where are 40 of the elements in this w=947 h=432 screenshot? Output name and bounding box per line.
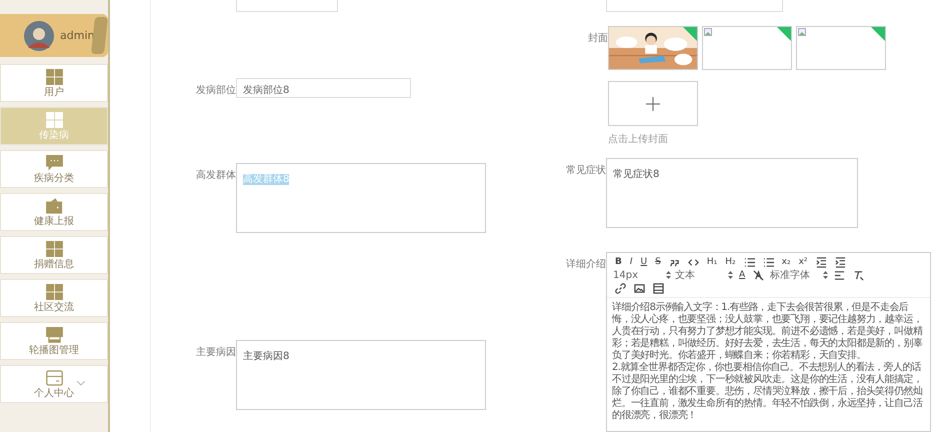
format-button[interactable]: B (613, 258, 624, 266)
nav-label: 用户 (44, 88, 64, 98)
field-label: 常见症状 (566, 164, 606, 177)
nav-item[interactable]: 捐赠信息 (0, 236, 108, 274)
nav-label: 轮播图管理 (29, 346, 79, 356)
nav-label: 健康上报 (34, 216, 74, 226)
user-name: admin (60, 29, 94, 42)
format-button[interactable]: H₁ (704, 258, 720, 266)
nav-item[interactable]: 疾病分类 (0, 150, 108, 188)
field-label: 高发群体 (196, 168, 236, 182)
text-area[interactable]: 主要病因8 (236, 340, 486, 410)
field-label: 发病部位 (196, 84, 236, 97)
format-button[interactable]: I (628, 258, 635, 266)
format-select[interactable]: 14px (613, 270, 671, 280)
field-label: 主要病因 (196, 346, 236, 359)
format-button[interactable]: S (653, 258, 663, 266)
nav-item[interactable]: 轮播图管理 (0, 322, 108, 360)
editor-paragraph: 2.就算全世界都否定你，你也要相信你自己。不去想别人的看法，旁人的话不过是阳光里的尘埃，下一秒就被风吹走。这是你的生活，没有人能搞定，除了你自己，谁都不重要。悲伤，尽情哭泣释放，擦干后，抬头笑得仍然灿烂。一往直前，激发生命所有的热情。年轻不怕跌倒，永远坚持，让自己活的很漂亮，很漂亮！ (612, 362, 924, 422)
format-button[interactable]: x² (796, 258, 810, 266)
format-button[interactable]: x₂ (780, 258, 793, 266)
nav-item[interactable]: 社区交流 (0, 279, 108, 317)
upload-hint: 点击上传封面 (608, 132, 669, 146)
nav-label: 社区交流 (34, 302, 74, 312)
format-button[interactable]: U (638, 258, 650, 266)
format-select[interactable]: 标准字体 (770, 268, 828, 282)
format-button[interactable]: H₂ (723, 258, 738, 266)
nav-label: 个人中心 (34, 388, 74, 398)
nav-label: 传染病 (39, 130, 69, 140)
nav-item[interactable]: 健康上报 (0, 193, 108, 231)
format-button[interactable]: A (737, 270, 748, 280)
input-field[interactable]: 发病部位8 (236, 78, 411, 98)
nav-item[interactable]: 用户 (0, 64, 108, 102)
nav-item[interactable]: 个人中心 (0, 365, 108, 403)
text-area[interactable]: 常见症状8 (606, 158, 858, 228)
nav-label: 疾病分类 (34, 174, 74, 184)
field-label: 封面 (587, 32, 608, 45)
field-label: 详细介绍 (566, 258, 606, 271)
format-select[interactable]: 文本 (675, 268, 733, 282)
editor-paragraph: 详细介绍8示例输入文字：1.有些路，走下去会很苦很累，但是不走会后悔，没人心疼，也要坚强；没人鼓掌，也要飞翔，要记住越努力，越幸运，人贵在行动，只有努力了梦想才能实现。前进不必遗憾，若是美好，叫做精彩；若是糟糕，叫做经历。好好去爱，去生活，每天的太阳都是新的，别辜负了美好时光。你若盛开，蝴蝶自来；你若精彩，天自安排。 (612, 302, 924, 362)
nav-label: 捐赠信息 (34, 260, 74, 270)
